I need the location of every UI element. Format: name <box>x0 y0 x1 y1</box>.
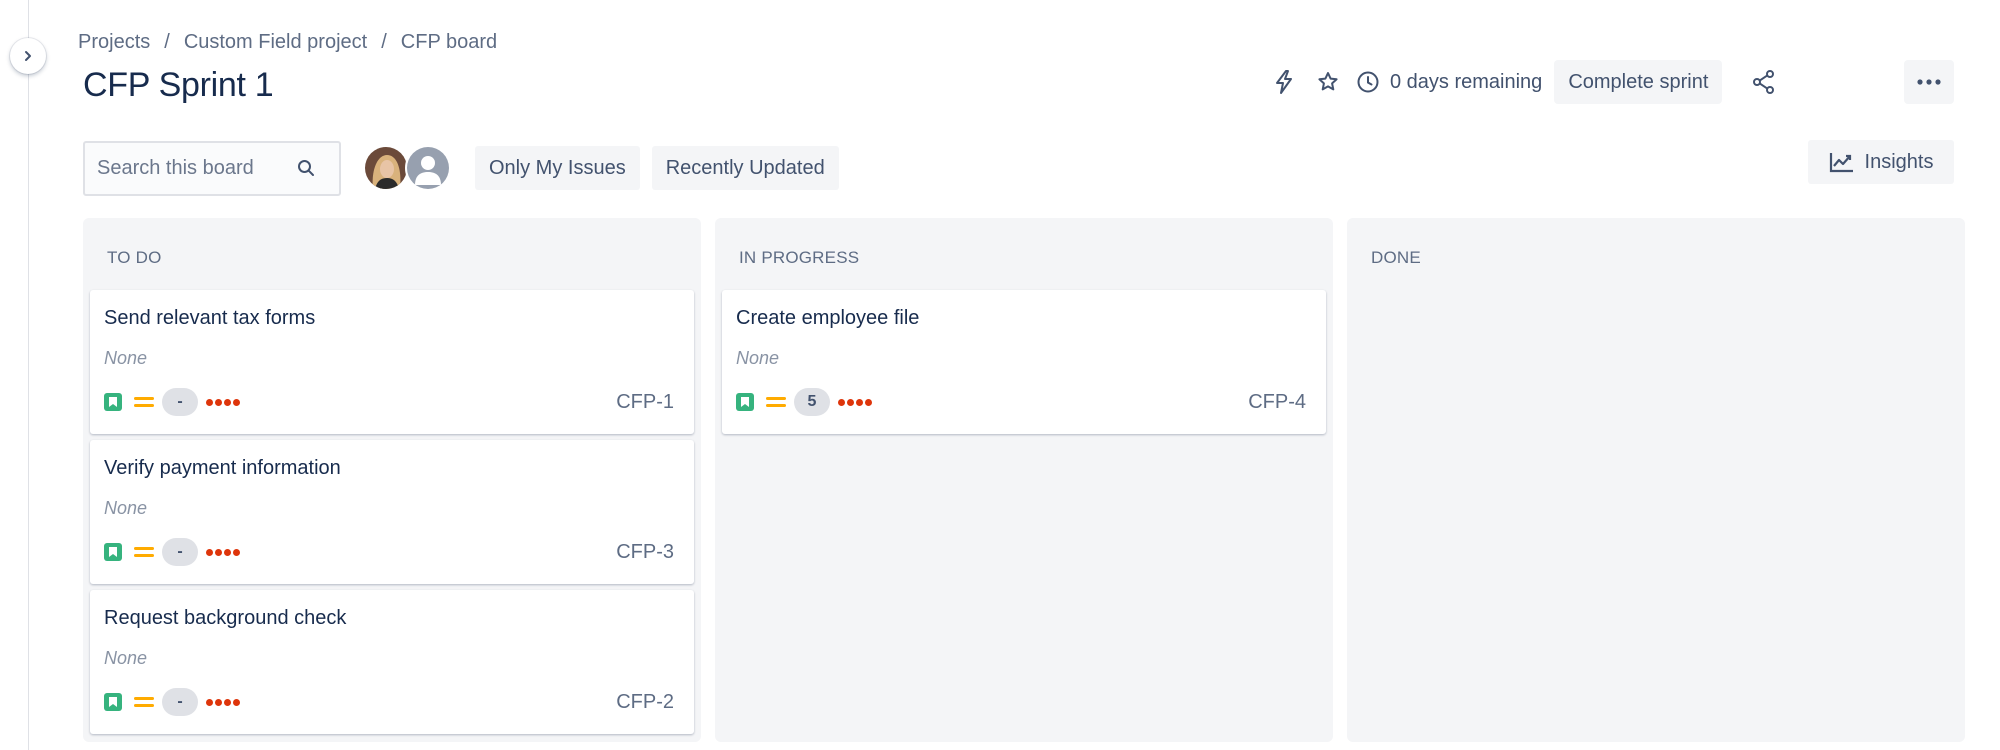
share-icon <box>1753 70 1775 94</box>
board-toolbar: Only My Issues Recently Updated <box>83 140 839 196</box>
priority-medium-icon <box>134 543 154 561</box>
story-bookmark-icon <box>104 393 122 411</box>
automation-button[interactable] <box>1262 60 1306 104</box>
filter-only-my-issues[interactable]: Only My Issues <box>475 146 640 190</box>
card-title: Verify payment information <box>104 457 341 479</box>
dots-icon <box>206 698 242 706</box>
trend-chart-icon <box>1829 153 1853 173</box>
issue-card[interactable]: Create employee file None 5 CFP-4 <box>722 290 1326 434</box>
avatar-group <box>363 145 451 191</box>
card-field-value: None <box>104 648 148 668</box>
search-box <box>83 140 341 196</box>
column-in-progress: IN PROGRESS Create employee file None 5 … <box>715 218 1333 742</box>
card-footer: - <box>104 388 242 416</box>
header-actions: 0 days remaining Complete sprint <box>1262 60 1786 104</box>
card-footer: 5 <box>736 388 874 416</box>
clock-icon <box>1357 71 1379 93</box>
dots-icon <box>838 398 874 406</box>
card-field-value: None <box>104 498 148 518</box>
breadcrumb-separator: / <box>164 31 170 53</box>
story-points-badge: - <box>162 388 198 416</box>
breadcrumb-project[interactable]: Custom Field project <box>184 31 367 54</box>
breadcrumb-projects[interactable]: Projects <box>78 31 150 54</box>
insights-button[interactable]: Insights <box>1808 140 1954 184</box>
issue-key[interactable]: CFP-4 <box>1248 391 1306 414</box>
search-input[interactable] <box>97 156 297 180</box>
star-button[interactable] <box>1306 60 1350 104</box>
issue-card[interactable]: Request background check None - CFP-2 <box>90 590 694 734</box>
star-icon <box>1318 72 1338 91</box>
days-remaining: 0 days remaining <box>1356 60 1542 104</box>
user-photo-icon <box>365 147 407 189</box>
issue-key[interactable]: CFP-3 <box>616 541 674 564</box>
story-points-badge: 5 <box>794 388 830 416</box>
breadcrumb-separator: / <box>381 31 387 53</box>
issue-key[interactable]: CFP-1 <box>616 391 674 414</box>
column-title: TO DO <box>107 248 162 267</box>
sidebar-edge <box>0 0 29 750</box>
column-done: DONE <box>1347 218 1965 742</box>
story-bookmark-icon <box>104 543 122 561</box>
issue-card[interactable]: Verify payment information None - CFP-3 <box>90 440 694 584</box>
breadcrumb-board[interactable]: CFP board <box>401 31 497 54</box>
column-title: IN PROGRESS <box>739 248 860 267</box>
sidebar-expand-button[interactable] <box>10 38 46 74</box>
card-title: Send relevant tax forms <box>104 307 316 329</box>
card-list: Create employee file None 5 CFP-4 <box>722 290 1326 440</box>
issue-key[interactable]: CFP-2 <box>616 691 674 714</box>
story-bookmark-icon <box>736 393 754 411</box>
user-placeholder-icon <box>407 147 449 189</box>
card-footer: - <box>104 538 242 566</box>
story-points-badge: - <box>162 688 198 716</box>
page-title: CFP Sprint 1 <box>83 66 274 104</box>
chevron-right-icon <box>25 51 31 61</box>
complete-sprint-button[interactable]: Complete sprint <box>1554 60 1723 104</box>
search-icon <box>298 160 314 176</box>
card-field-value: None <box>104 348 148 368</box>
column-todo: TO DO Send relevant tax forms None - CFP… <box>83 218 701 742</box>
card-title: Request background check <box>104 607 347 629</box>
avatar[interactable] <box>363 145 409 191</box>
dots-icon <box>206 548 242 556</box>
more-actions-button[interactable] <box>1904 60 1954 104</box>
days-remaining-text: 0 days remaining <box>1390 70 1543 93</box>
card-field-value: None <box>736 348 780 368</box>
card-list: Send relevant tax forms None - CFP-1 Ver… <box>90 290 694 740</box>
lightning-bolt-icon <box>1276 70 1292 94</box>
column-title: DONE <box>1371 248 1421 267</box>
breadcrumb: Projects / Custom Field project / CFP bo… <box>78 31 497 54</box>
card-title: Create employee file <box>736 307 920 329</box>
priority-medium-icon <box>766 393 786 411</box>
insights-label: Insights <box>1864 150 1934 173</box>
priority-medium-icon <box>134 393 154 411</box>
filter-recently-updated[interactable]: Recently Updated <box>651 146 839 190</box>
dots-icon <box>206 398 242 406</box>
card-footer: - <box>104 688 242 716</box>
avatar[interactable] <box>405 145 451 191</box>
priority-medium-icon <box>134 693 154 711</box>
story-bookmark-icon <box>104 693 122 711</box>
issue-card[interactable]: Send relevant tax forms None - CFP-1 <box>90 290 694 434</box>
share-button[interactable] <box>1742 60 1786 104</box>
ellipsis-icon <box>1917 79 1941 85</box>
board-columns: TO DO Send relevant tax forms None - CFP… <box>83 218 1965 742</box>
story-points-badge: - <box>162 538 198 566</box>
